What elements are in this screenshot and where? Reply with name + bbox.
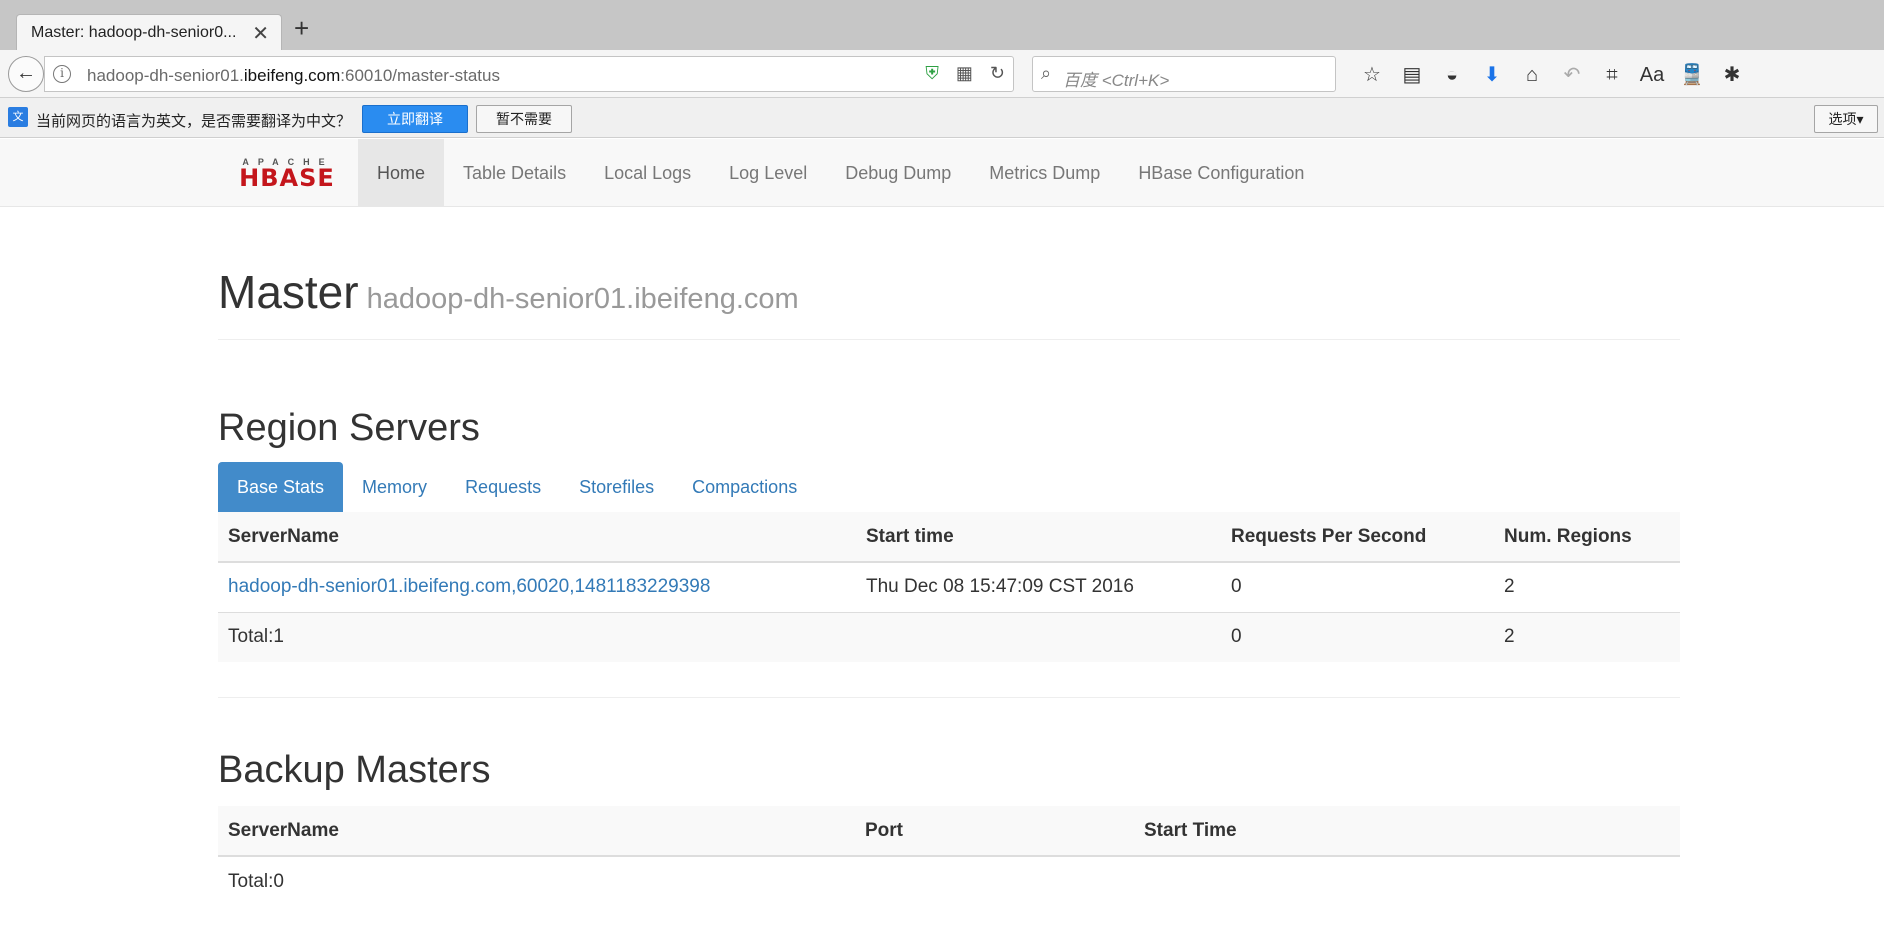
home-icon[interactable]: ⌂	[1512, 64, 1552, 87]
total-empty	[856, 612, 1221, 662]
new-tab-button[interactable]: +	[294, 15, 309, 41]
reload-icon[interactable]: ↻	[990, 63, 1005, 83]
tab-compactions[interactable]: Compactions	[673, 462, 816, 512]
close-icon[interactable]: ✕	[252, 21, 269, 46]
nav-debug-dump[interactable]: Debug Dump	[826, 139, 970, 207]
train-icon[interactable]: 🚆	[1672, 62, 1712, 87]
url-text[interactable]: hadoop-dh-senior01.ibeifeng.com:60010/ma…	[87, 66, 500, 86]
col-start-time: Start Time	[1134, 806, 1680, 857]
table-row: hadoop-dh-senior01.ibeifeng.com,60020,14…	[218, 562, 1680, 613]
tab-title: Master: hadoop-dh-senior0...	[31, 24, 237, 41]
translate-button[interactable]: 立即翻译	[362, 105, 468, 133]
table-header-row: ServerName Port Start Time	[218, 806, 1680, 857]
region-servers-tabs: Base Stats Memory Requests Storefiles Co…	[218, 462, 1680, 512]
total-label: Total:1	[218, 612, 856, 662]
page-title: Master hadoop-dh-senior01.ibeifeng.com	[218, 265, 799, 319]
page-title-text: Master	[218, 266, 359, 318]
url-prefix: hadoop-dh-senior01.	[87, 66, 244, 85]
total-row: Total:1 0 2	[218, 612, 1680, 662]
backup-masters-heading: Backup Masters	[218, 749, 491, 791]
col-servername: ServerName	[218, 806, 855, 857]
download-icon[interactable]: ⬇	[1472, 62, 1512, 87]
tab-memory[interactable]: Memory	[343, 462, 446, 512]
page-header: Master hadoop-dh-senior01.ibeifeng.com	[218, 265, 1680, 340]
region-servers-heading: Region Servers	[218, 407, 480, 449]
hbase-logo[interactable]: APACHE HBASE	[236, 157, 338, 192]
translate-options-button[interactable]: 选项▾	[1814, 105, 1878, 133]
crop-icon[interactable]: ⌗	[1592, 64, 1632, 87]
total-row: Total:0	[218, 856, 1680, 906]
back-button[interactable]: ←	[8, 56, 44, 92]
nav-hbase-configuration[interactable]: HBase Configuration	[1119, 139, 1323, 207]
page-navbar: APACHE HBASE Home Table Details Local Lo…	[0, 139, 1884, 207]
info-icon[interactable]: i	[53, 65, 71, 83]
search-placeholder: 百度 <Ctrl+K>	[1063, 71, 1170, 90]
nav-home[interactable]: Home	[358, 139, 445, 207]
search-icon: ⌕	[1041, 63, 1052, 83]
url-path: :60010/master-status	[340, 66, 500, 85]
extension-icon[interactable]: ✱	[1712, 62, 1752, 87]
search-bar[interactable]: ⌕ 百度 <Ctrl+K>	[1032, 56, 1336, 92]
url-icons: ⛨ ▦ ↻	[913, 63, 1005, 84]
reading-list-icon[interactable]: ▤	[1392, 62, 1432, 87]
bookmark-star-icon[interactable]: ☆	[1352, 62, 1392, 87]
browser-tab[interactable]: Master: hadoop-dh-senior0... ✕	[16, 14, 282, 50]
col-servername: ServerName	[218, 512, 856, 563]
server-link[interactable]: hadoop-dh-senior01.ibeifeng.com,60020,14…	[228, 576, 710, 597]
region-servers-table: ServerName Start time Requests Per Secon…	[218, 512, 1680, 662]
translate-message: 当前网页的语言为英文，是否需要翻译为中文？	[36, 113, 352, 130]
translate-icon: 文	[8, 107, 28, 127]
backup-masters-table: ServerName Port Start Time Total:0	[218, 806, 1680, 906]
translate-bar: 文 当前网页的语言为英文，是否需要翻译为中文？ 立即翻译 暂不需要 选项▾	[0, 98, 1884, 138]
qr-code-icon[interactable]: ▦	[956, 63, 973, 83]
decline-translate-button[interactable]: 暂不需要	[476, 105, 572, 133]
total-empty	[855, 856, 1134, 906]
col-num-regions: Num. Regions	[1494, 512, 1680, 563]
nav-items: Home Table Details Local Logs Log Level …	[358, 139, 1323, 207]
total-empty	[1134, 856, 1680, 906]
nav-table-details[interactable]: Table Details	[444, 139, 585, 207]
logo-hbase-text: HBASE	[239, 164, 335, 192]
server-name-cell: hadoop-dh-senior01.ibeifeng.com,60020,14…	[218, 562, 856, 613]
nav-log-level[interactable]: Log Level	[710, 139, 826, 207]
browser-toolbar: ← i hadoop-dh-senior01.ibeifeng.com:6001…	[0, 50, 1884, 98]
section-divider	[218, 697, 1680, 698]
start-time-cell: Thu Dec 08 15:47:09 CST 2016	[856, 562, 1221, 613]
url-bar[interactable]: i hadoop-dh-senior01.ibeifeng.com:60010/…	[44, 56, 1014, 92]
reader-icon[interactable]: Aa	[1632, 64, 1672, 87]
toolbar-icons: ☆ ▤ ◒ ⬇ ⌂ ↶ ⌗ Aa 🚆 ✱	[1352, 62, 1752, 87]
regions-cell: 2	[1494, 562, 1680, 613]
shield-icon[interactable]: ⛨	[925, 63, 939, 83]
pocket-icon[interactable]: ◒	[1432, 64, 1472, 87]
table-header-row: ServerName Start time Requests Per Secon…	[218, 512, 1680, 563]
nav-metrics-dump[interactable]: Metrics Dump	[970, 139, 1119, 207]
browser-tab-bar: Master: hadoop-dh-senior0... ✕ +	[0, 0, 1884, 50]
col-requests-per-second: Requests Per Second	[1221, 512, 1494, 563]
col-port: Port	[855, 806, 1134, 857]
tab-base-stats[interactable]: Base Stats	[218, 462, 344, 512]
total-rps: 0	[1221, 612, 1494, 662]
tab-requests[interactable]: Requests	[446, 462, 560, 512]
total-label: Total:0	[228, 870, 284, 892]
nav-local-logs[interactable]: Local Logs	[585, 139, 710, 207]
page-subtitle-host: hadoop-dh-senior01.ibeifeng.com	[366, 283, 799, 315]
rps-cell: 0	[1221, 562, 1494, 613]
total-regions: 2	[1494, 612, 1680, 662]
tab-storefiles[interactable]: Storefiles	[560, 462, 673, 512]
undo-icon[interactable]: ↶	[1552, 62, 1592, 87]
url-domain: ibeifeng.com	[243, 66, 341, 85]
col-start-time: Start time	[856, 512, 1221, 563]
